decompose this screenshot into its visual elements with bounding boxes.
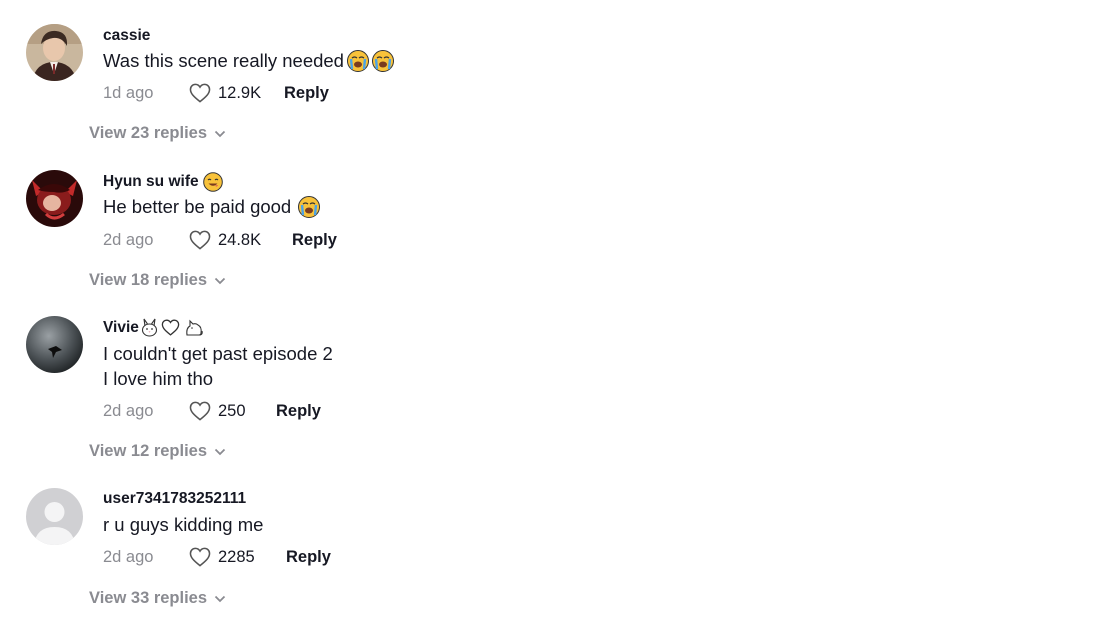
comment-timestamp: 2d ago bbox=[103, 547, 154, 566]
view-replies-label: View 23 replies bbox=[89, 124, 208, 142]
reply-button[interactable]: Reply bbox=[276, 402, 321, 421]
like-button[interactable]: 12.9K bbox=[189, 83, 266, 103]
chevron-down-icon bbox=[214, 277, 226, 284]
heart-outline-icon[interactable] bbox=[189, 401, 211, 421]
cat-outline-emoji-icon bbox=[184, 318, 204, 337]
like-count: 250 bbox=[218, 401, 246, 420]
comment-meta: 2d ago 2285 Reply bbox=[103, 545, 331, 569]
comment-username-label: Hyun su wife bbox=[103, 173, 199, 190]
reply-button[interactable]: Reply bbox=[284, 84, 329, 103]
like-count: 12.9K bbox=[218, 83, 262, 102]
comment-text: He better be paid good bbox=[103, 196, 321, 218]
like-count: 24.8K bbox=[218, 230, 262, 249]
comment-username[interactable]: cassie bbox=[103, 27, 150, 45]
chevron-down-icon bbox=[214, 448, 226, 455]
comment-timestamp: 2d ago bbox=[103, 401, 154, 420]
default-avatar[interactable] bbox=[26, 488, 83, 545]
comment-text-line: I love him tho bbox=[103, 368, 214, 389]
comment-username[interactable]: user7341783252111 bbox=[103, 490, 246, 508]
avatar[interactable] bbox=[26, 170, 83, 227]
avatar[interactable] bbox=[26, 24, 83, 81]
white-heart-emoji-icon bbox=[161, 319, 180, 336]
view-replies-button[interactable]: View 33 replies bbox=[89, 589, 226, 608]
comment-timestamp: 2d ago bbox=[103, 230, 154, 249]
rabbit-face-emoji-icon bbox=[140, 318, 159, 337]
heart-outline-icon[interactable] bbox=[189, 83, 211, 103]
view-replies-label: View 33 replies bbox=[89, 589, 208, 607]
comment-text-line: r u guys kidding me bbox=[103, 514, 264, 535]
comment-username-label: Vivie bbox=[103, 318, 139, 336]
like-button[interactable]: 2285 bbox=[189, 547, 258, 567]
comment-text: Was this scene really needed bbox=[103, 50, 394, 72]
like-button[interactable]: 24.8K bbox=[189, 230, 266, 250]
comment-text-line: I couldn't get past episode 2 bbox=[103, 343, 333, 364]
view-replies-button[interactable]: View 12 replies bbox=[89, 442, 226, 461]
comment-username[interactable]: Hyun su wife bbox=[103, 172, 223, 192]
comment-username[interactable]: Vivie bbox=[103, 318, 204, 337]
heart-outline-icon[interactable] bbox=[189, 547, 211, 567]
view-replies-label: View 12 replies bbox=[89, 442, 208, 460]
comment-meta: 1d ago 12.9K Reply bbox=[103, 81, 329, 105]
loudly-crying-face-emoji-icon bbox=[371, 50, 394, 72]
chevron-down-icon bbox=[214, 130, 226, 137]
reply-button[interactable]: Reply bbox=[286, 548, 331, 567]
avatar[interactable] bbox=[26, 316, 83, 373]
comment-meta: 2d ago 24.8K Reply bbox=[103, 228, 337, 252]
loudly-crying-face-emoji-icon bbox=[298, 196, 321, 218]
comment-meta: 2d ago 250 Reply bbox=[103, 399, 321, 423]
like-button[interactable]: 250 bbox=[189, 401, 248, 421]
smiling-face-emoji-icon bbox=[202, 172, 223, 192]
view-replies-button[interactable]: View 23 replies bbox=[89, 124, 226, 143]
comment-text-line: Was this scene really needed bbox=[103, 50, 344, 71]
comment-timestamp: 1d ago bbox=[103, 83, 154, 102]
chevron-down-icon bbox=[214, 595, 226, 602]
heart-outline-icon[interactable] bbox=[189, 230, 211, 250]
like-count: 2285 bbox=[218, 547, 255, 566]
view-replies-button[interactable]: View 18 replies bbox=[89, 271, 226, 290]
comment-text-line: He better be paid good bbox=[103, 196, 292, 217]
view-replies-label: View 18 replies bbox=[89, 271, 208, 289]
loudly-crying-face-emoji-icon bbox=[346, 50, 369, 72]
reply-button[interactable]: Reply bbox=[292, 231, 337, 250]
